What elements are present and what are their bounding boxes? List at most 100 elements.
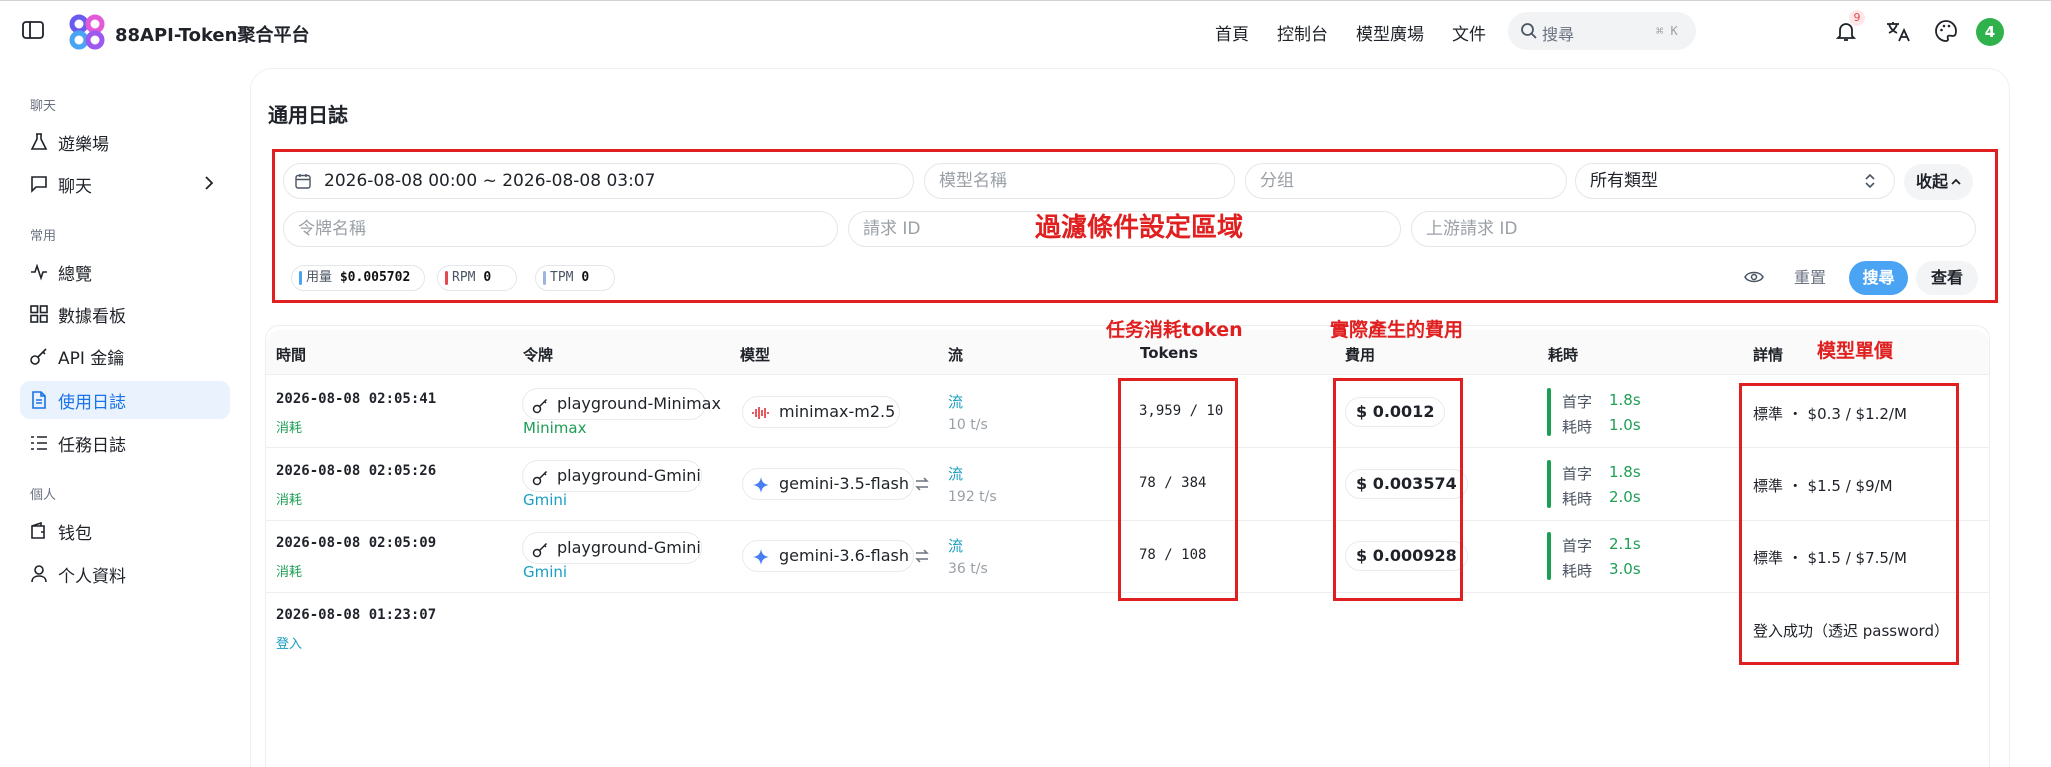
sidebar-item-dashboard[interactable]: 數據看板	[20, 295, 230, 333]
key-icon	[532, 470, 548, 486]
row-3-latency-bar	[1547, 532, 1551, 580]
header-latency: 耗時	[1548, 346, 1579, 364]
sidebar-item-label: 數據看板	[58, 306, 126, 327]
sidebar-item-overview[interactable]: 總覽	[20, 253, 230, 291]
sidebar-item-playground[interactable]: 遊樂場	[20, 123, 230, 161]
model-name-input[interactable]: 模型名稱	[924, 163, 1235, 199]
unit-price-annotation: 模型單價	[1817, 340, 1894, 362]
row-1-speed: 10 t/s	[948, 417, 988, 433]
reset-button[interactable]: 重置	[1780, 261, 1840, 295]
collapse-button[interactable]: 收起	[1904, 164, 1973, 200]
app-logo-icon[interactable]	[68, 14, 106, 50]
row-2-token-chip[interactable]: playground-Gmini	[522, 460, 702, 492]
row-1-model-chip[interactable]: minimax-m2.5	[742, 396, 900, 428]
row-2-model-chip[interactable]: gemini-3.5-flash	[742, 468, 914, 500]
search-box[interactable]: 搜尋 ⌘ K	[1508, 12, 1696, 50]
flask-icon	[30, 133, 48, 150]
chat-icon	[31, 176, 47, 193]
sidebar-item-label: 使用日誌	[58, 392, 126, 413]
wallet-icon	[31, 522, 45, 539]
sidebar-item-label: 个人資料	[58, 566, 126, 587]
group-input[interactable]: 分组	[1245, 163, 1567, 199]
rpm-value: 0	[483, 270, 492, 285]
gemini-icon	[753, 549, 769, 565]
sidebar-item-label: 钱包	[58, 523, 92, 544]
row-3-time: 2026-08-08 02:05:09	[276, 535, 437, 551]
grid-icon	[30, 305, 48, 323]
header-stream: 流	[948, 346, 964, 364]
upstream-request-id-input[interactable]: 上游請求 ID	[1411, 211, 1976, 247]
sidebar-item-chat[interactable]: 聊天	[20, 165, 230, 203]
rpm-label: RPM	[452, 270, 476, 285]
key-icon	[532, 398, 548, 414]
row-1-token-group: Minimax	[523, 419, 587, 437]
app-title[interactable]: 88API-Token聚合平台	[115, 21, 309, 47]
row-1-total-time-label: 耗時	[1562, 418, 1593, 436]
sidebar-item-api-keys[interactable]: API 金鑰	[20, 337, 230, 375]
view-button[interactable]: 查看	[1916, 261, 1978, 295]
sidebar-item-label: 任務日誌	[58, 435, 126, 456]
row-1-first-token-value: 1.8s	[1609, 391, 1641, 409]
header-tokens: Tokens	[1140, 344, 1198, 362]
avatar[interactable]: 4	[1976, 18, 2004, 46]
minimax-icon	[752, 407, 769, 419]
row-1-stream: 流	[948, 393, 964, 411]
top-bar: 88API-Token聚合平台 首頁 控制台 模型廣場 文件 搜尋 ⌘ K 9 …	[0, 0, 2051, 62]
token-name-input[interactable]: 令牌名稱	[283, 211, 838, 247]
cost-annotation-box	[1333, 378, 1463, 601]
nav-docs[interactable]: 文件	[1452, 20, 1486, 45]
sidebar-item-profile[interactable]: 个人資料	[20, 555, 230, 593]
row-3-stream: 流	[948, 537, 964, 555]
nav-console[interactable]: 控制台	[1277, 20, 1328, 45]
row-3-model: gemini-3.6-flash	[779, 546, 909, 565]
row-3-first-token-value: 2.1s	[1609, 535, 1641, 553]
row-2-first-token-value: 1.8s	[1609, 463, 1641, 481]
row-2-token-group: Gmini	[523, 491, 568, 509]
sidebar-item-wallet[interactable]: 钱包	[20, 512, 230, 550]
tokens-annotation-box	[1118, 378, 1238, 601]
row-1-token-chip[interactable]: playground-Minimax	[522, 388, 721, 420]
row-2-total-time-label: 耗時	[1562, 490, 1593, 508]
row-1-type: 消耗	[276, 421, 303, 436]
search-button[interactable]: 搜尋	[1849, 261, 1908, 295]
row-2-token: playground-Gmini	[557, 466, 701, 485]
activity-icon	[31, 263, 47, 281]
row-3-total-time-value: 3.0s	[1609, 560, 1641, 578]
unit-price-annotation-box	[1739, 383, 1959, 665]
sidebar-item-label: 總覽	[58, 264, 92, 285]
sidebar-toggle-icon[interactable]	[22, 21, 44, 39]
row-1-first-token-label: 首字	[1562, 393, 1593, 411]
type-select[interactable]: 所有類型	[1575, 163, 1895, 199]
sidebar-item-label: 聊天	[58, 176, 92, 197]
row-2-speed: 192 t/s	[948, 489, 997, 505]
row-2-first-token-label: 首字	[1562, 465, 1593, 483]
chevron-right-icon[interactable]	[202, 176, 216, 190]
row-3-type: 消耗	[276, 565, 303, 580]
nav-home[interactable]: 首頁	[1215, 20, 1249, 45]
chevron-up-icon	[1951, 178, 1961, 185]
eye-icon[interactable]	[1744, 269, 1764, 285]
translate-icon[interactable]	[1885, 19, 1911, 43]
row-3-total-time-label: 耗時	[1562, 562, 1593, 580]
row-3-token-chip[interactable]: playground-Gmini	[522, 532, 702, 564]
filter-area-annotation: 過濾條件設定區域	[1035, 213, 1244, 243]
row-3-speed: 36 t/s	[948, 561, 988, 577]
usage-bar	[299, 271, 302, 285]
row-2-stream: 流	[948, 465, 964, 483]
row-2-total-time-value: 2.0s	[1609, 488, 1641, 506]
usage-value: $0.005702	[339, 270, 411, 285]
sidebar-item-usage-logs[interactable]: 使用日誌	[20, 381, 230, 419]
list-icon	[31, 436, 47, 450]
swap-icon[interactable]	[915, 477, 929, 491]
row-1-total-time-value: 1.0s	[1609, 416, 1641, 434]
document-icon	[32, 391, 46, 409]
row-3-token: playground-Gmini	[557, 538, 701, 557]
row-3-model-chip[interactable]: gemini-3.6-flash	[742, 540, 914, 572]
key-icon	[30, 348, 47, 365]
swap-icon[interactable]	[915, 549, 929, 563]
date-range-input[interactable]: 2026-08-08 00:00 ~ 2026-08-08 03:07	[283, 163, 914, 199]
nav-model-square[interactable]: 模型廣場	[1356, 20, 1424, 45]
sidebar-item-task-logs[interactable]: 任務日誌	[20, 424, 230, 462]
tpm-stat: TPM 0	[535, 265, 615, 291]
palette-icon[interactable]	[1934, 19, 1958, 43]
